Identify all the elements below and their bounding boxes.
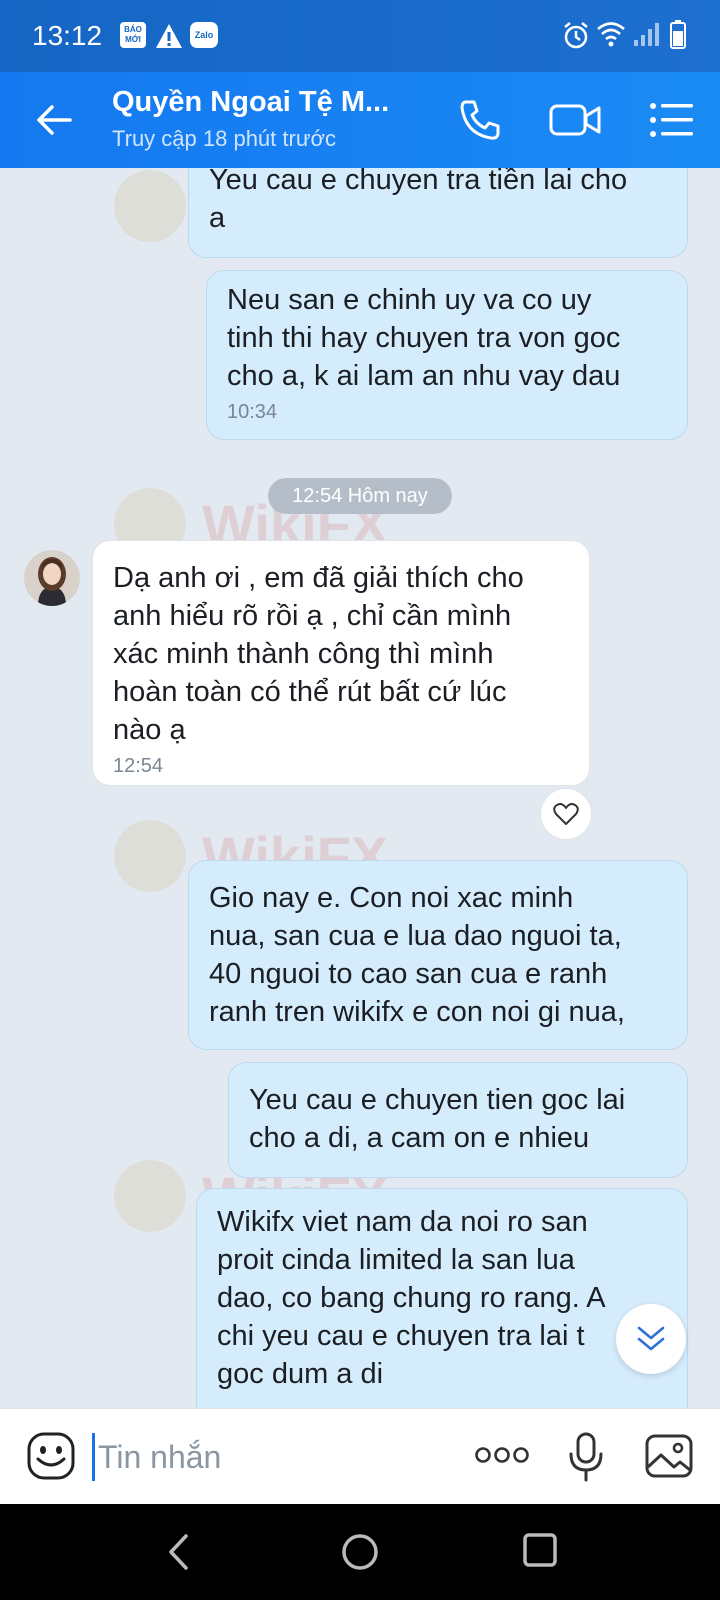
warning-icon — [156, 24, 182, 48]
more-options-icon[interactable] — [474, 1445, 530, 1465]
wifi-icon — [597, 22, 625, 47]
contact-avatar[interactable] — [24, 550, 80, 606]
message-text: Wikifx viet nam da noi ro san proit cind… — [217, 1206, 606, 1390]
menu-list-icon[interactable] — [648, 96, 696, 144]
microphone-icon[interactable] — [566, 1431, 606, 1483]
message-text: Dạ anh ơi , em đã giải thích cho anh hiể… — [113, 562, 524, 746]
status-time: 13:12 — [32, 20, 103, 51]
sent-message-bubble[interactable]: Yeu cau e chuyen tien goc lai cho a di, … — [228, 1062, 688, 1178]
message-list[interactable]: WikiFX WikiFX WikiFX WikiFX Yeu cau e ch… — [0, 168, 720, 1408]
message-text: Yeu cau e chuyen tien goc lai cho a di, … — [249, 1084, 626, 1154]
message-text: Neu san e chinh uy va co uy tinh thi hay… — [227, 284, 621, 392]
contact-name[interactable]: Quyền Ngoai Tệ M... — [112, 86, 389, 119]
chat-header: Quyền Ngoai Tệ M... Truy cập 18 phút trư… — [0, 72, 720, 168]
nav-recents-icon[interactable] — [522, 1532, 558, 1568]
sent-message-bubble[interactable]: Yeu cau e chuyen tra tiền lai cho a — [188, 168, 688, 258]
message-time: 10:34 — [227, 401, 278, 423]
message-text: Gio nay e. Con noi xac minh nua, san cua… — [209, 882, 625, 1028]
alarm-icon — [564, 22, 588, 49]
image-gallery-icon[interactable] — [644, 1433, 694, 1479]
sent-message-bubble[interactable]: Gio nay e. Con noi xac minh nua, san cua… — [188, 860, 688, 1050]
video-call-icon[interactable] — [548, 96, 602, 144]
status-bar: 13:12 BÁO MỚI Zalo — [0, 0, 720, 72]
message-input[interactable]: Tin nhắn — [98, 1433, 221, 1481]
text-cursor — [92, 1433, 95, 1481]
system-navigation-bar — [0, 1504, 720, 1600]
sent-message-bubble[interactable]: Wikifx viet nam da noi ro san proit cind… — [196, 1188, 688, 1408]
phone-call-icon[interactable] — [456, 96, 504, 144]
scroll-to-bottom-button[interactable] — [616, 1304, 686, 1374]
message-time: 12:54 — [113, 755, 164, 777]
message-composer: Tin nhắn — [0, 1408, 720, 1505]
baomoi-notification-icon: BÁO MỚI — [120, 22, 146, 50]
date-separator: 12:54 Hôm nay — [268, 478, 452, 514]
received-message-bubble[interactable]: Dạ anh ơi , em đã giải thích cho anh hiể… — [92, 540, 590, 786]
zalo-notification-icon: Zalo — [190, 22, 218, 50]
react-heart-button[interactable] — [540, 788, 592, 840]
message-text: Yeu cau e chuyen tra tiền lai cho a — [209, 168, 628, 234]
last-seen-status: Truy cập 18 phút trước — [112, 126, 336, 151]
back-arrow-icon[interactable] — [34, 100, 74, 140]
nav-back-icon[interactable] — [166, 1532, 190, 1572]
nav-home-icon[interactable] — [340, 1532, 380, 1572]
battery-icon — [670, 20, 686, 49]
heart-icon — [553, 803, 579, 825]
double-chevron-down-icon — [637, 1326, 665, 1351]
sticker-emoji-icon[interactable] — [26, 1431, 76, 1481]
sent-message-bubble[interactable]: Neu san e chinh uy va co uy tinh thi hay… — [206, 270, 688, 440]
signal-icon — [634, 23, 659, 46]
